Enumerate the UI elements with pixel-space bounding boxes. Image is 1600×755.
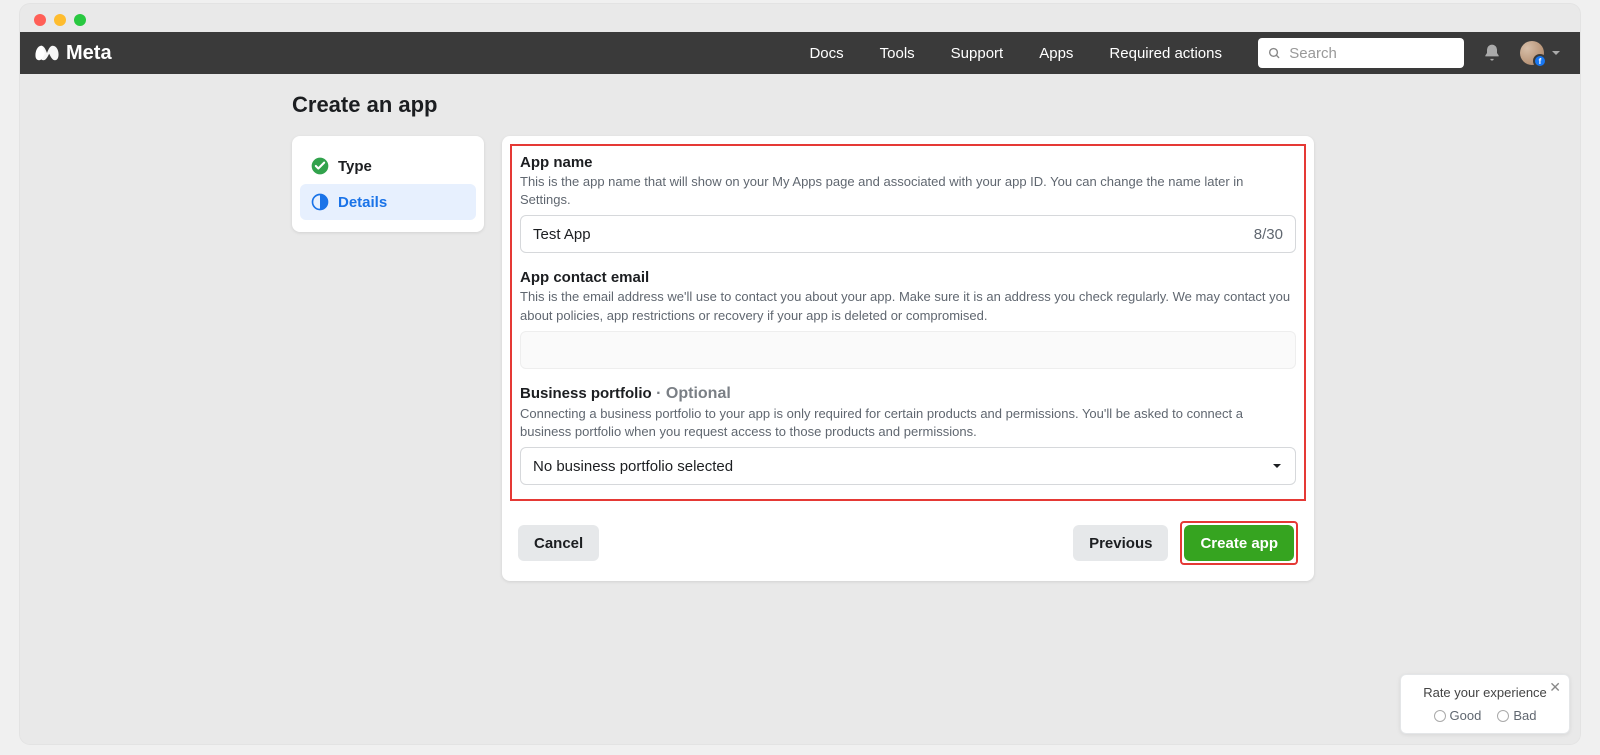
maximize-window[interactable] xyxy=(74,14,86,26)
radio-icon xyxy=(1434,710,1446,722)
meta-logo-icon xyxy=(34,40,60,66)
account-menu-caret-icon[interactable] xyxy=(1550,47,1562,59)
app-name-input-wrap[interactable]: 8/30 xyxy=(520,215,1296,253)
check-circle-icon xyxy=(310,156,330,176)
wizard-steps-card: Type Details xyxy=(292,136,484,232)
feedback-good[interactable]: Good xyxy=(1434,708,1482,723)
feedback-bad[interactable]: Bad xyxy=(1497,708,1536,723)
nav-links: Docs Tools Support Apps Required actions xyxy=(809,45,1222,62)
top-nav-bar: Meta Docs Tools Support Apps Required ac… xyxy=(20,32,1580,74)
email-help: This is the email address we'll use to c… xyxy=(520,288,1296,324)
app-name-label: App name xyxy=(520,154,1296,171)
create-app-highlight: Create app xyxy=(1180,521,1298,565)
step-details-label: Details xyxy=(338,194,387,211)
half-circle-icon xyxy=(310,192,330,212)
form-highlight-region: App name This is the app name that will … xyxy=(510,144,1306,501)
search-box[interactable] xyxy=(1258,38,1464,68)
minimize-window[interactable] xyxy=(54,14,66,26)
nav-support[interactable]: Support xyxy=(951,45,1004,62)
step-details[interactable]: Details xyxy=(300,184,476,220)
facebook-badge-icon: f xyxy=(1533,54,1547,68)
close-window[interactable] xyxy=(34,14,46,26)
feedback-popover: ✕ Rate your experience Good Bad xyxy=(1400,674,1570,734)
chevron-down-icon xyxy=(1271,460,1283,472)
email-label: App contact email xyxy=(520,269,1296,286)
feedback-close-icon[interactable]: ✕ xyxy=(1549,679,1561,696)
search-input[interactable] xyxy=(1289,45,1454,62)
email-input-redacted[interactable] xyxy=(520,331,1296,369)
nav-apps[interactable]: Apps xyxy=(1039,45,1073,62)
create-app-button[interactable]: Create app xyxy=(1184,525,1294,561)
previous-button[interactable]: Previous xyxy=(1073,525,1168,561)
portfolio-select[interactable]: No business portfolio selected xyxy=(520,447,1296,485)
radio-icon xyxy=(1497,710,1509,722)
app-name-help: This is the app name that will show on y… xyxy=(520,173,1296,209)
app-name-char-count: 8/30 xyxy=(1254,226,1283,243)
portfolio-selected-value: No business portfolio selected xyxy=(533,458,733,475)
app-name-input[interactable] xyxy=(533,226,1133,243)
window-traffic-lights[interactable] xyxy=(34,14,86,26)
step-type[interactable]: Type xyxy=(300,148,476,184)
create-app-form-card: App name This is the app name that will … xyxy=(502,136,1314,581)
portfolio-optional-tag: · Optional xyxy=(652,385,731,402)
portfolio-help: Connecting a business portfolio to your … xyxy=(520,405,1296,441)
nav-required-actions[interactable]: Required actions xyxy=(1109,45,1222,62)
step-type-label: Type xyxy=(338,158,372,175)
nav-tools[interactable]: Tools xyxy=(880,45,915,62)
nav-docs[interactable]: Docs xyxy=(809,45,843,62)
portfolio-label: Business portfolio xyxy=(520,385,652,402)
page-title: Create an app xyxy=(292,92,1580,118)
brand-name: Meta xyxy=(66,42,112,65)
brand-logo[interactable]: Meta xyxy=(34,40,112,66)
cancel-button[interactable]: Cancel xyxy=(518,525,599,561)
user-avatar[interactable]: f xyxy=(1520,41,1544,65)
notifications-bell-icon[interactable] xyxy=(1482,43,1502,63)
search-icon xyxy=(1268,46,1281,61)
feedback-title: Rate your experience xyxy=(1413,685,1557,700)
